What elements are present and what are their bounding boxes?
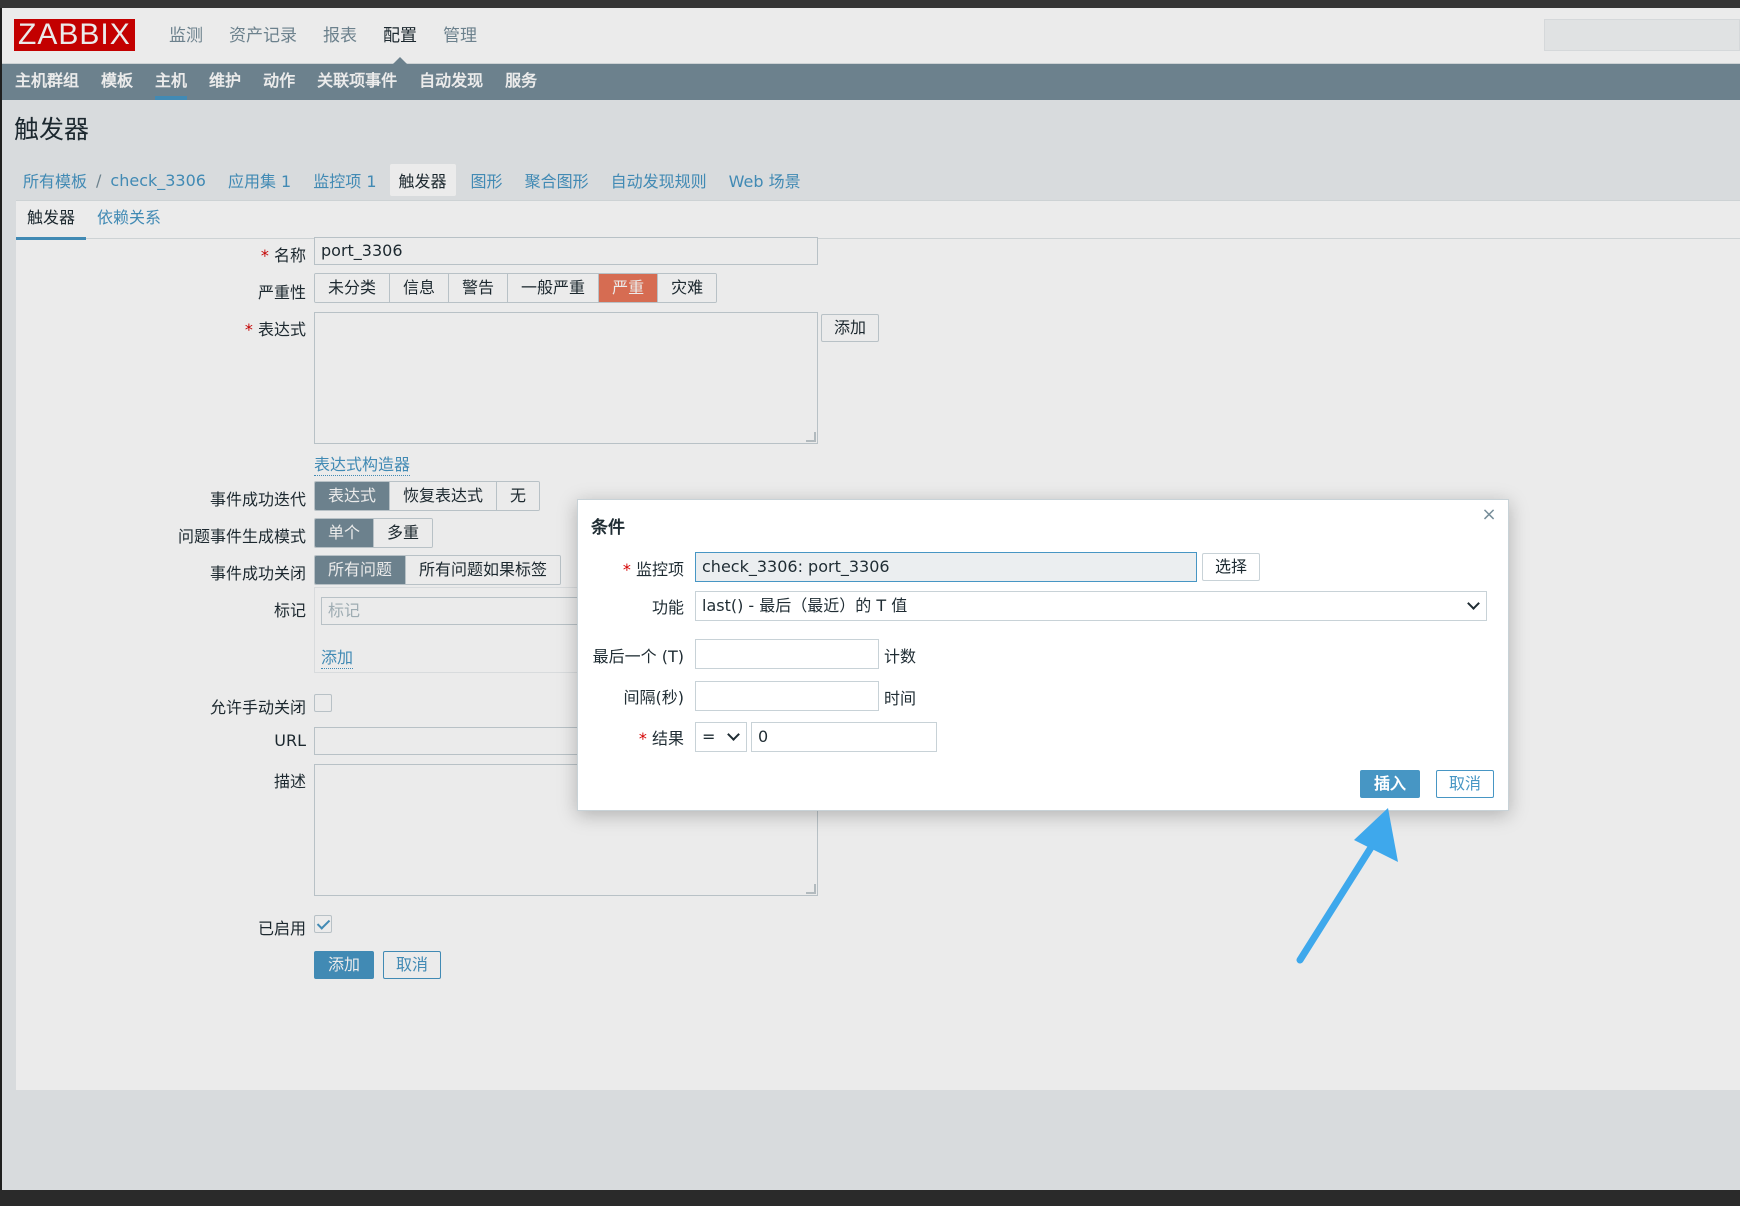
dialog-select-button[interactable]: 选择	[1202, 553, 1261, 581]
dialog-last-unit: 计数	[884, 647, 917, 666]
dialog-item-input[interactable]: check_3306: port_3306	[695, 552, 1197, 582]
dialog-cancel-button[interactable]: 取消	[1436, 770, 1495, 798]
dialog-result-input[interactable]: 0	[751, 722, 937, 752]
dialog-interval-unit: 时间	[884, 689, 917, 708]
modal-overlay: 条件 × 监控项 check_3306: port_3306 选择 功能 las…	[0, 0, 1740, 1206]
chevron-down-icon	[1467, 597, 1480, 610]
annotation-arrow-icon	[1296, 808, 1398, 964]
dialog-item-label: 监控项	[578, 556, 684, 580]
dialog-interval-input[interactable]	[695, 681, 879, 711]
dialog-insert-button[interactable]: 插入	[1360, 770, 1421, 798]
dialog-function-select[interactable]: last() - 最后（最近）的 T 值	[695, 591, 1487, 621]
chevron-down-icon	[727, 728, 740, 741]
os-taskbar	[0, 1190, 1740, 1206]
dialog-function-label: 功能	[651, 598, 684, 617]
dialog-result-operator[interactable]: =	[695, 722, 747, 752]
dialog-interval-label: 间隔(秒)	[623, 688, 685, 707]
dialog-function-value: last() - 最后（最近）的 T 值	[702, 596, 908, 615]
dialog-last-input[interactable]	[695, 639, 879, 669]
screen: ZABBIX 监测 资产记录 报表 配置 管理 主机群组 模板 主机 维护 动作…	[0, 0, 1740, 1206]
dialog-title: 条件	[591, 518, 625, 538]
dialog-result-label: 结果	[578, 725, 684, 749]
close-icon[interactable]: ×	[1478, 504, 1500, 526]
condition-dialog: 条件 × 监控项 check_3306: port_3306 选择 功能 las…	[577, 499, 1509, 811]
dialog-last-label: 最后一个 (T)	[592, 647, 684, 666]
